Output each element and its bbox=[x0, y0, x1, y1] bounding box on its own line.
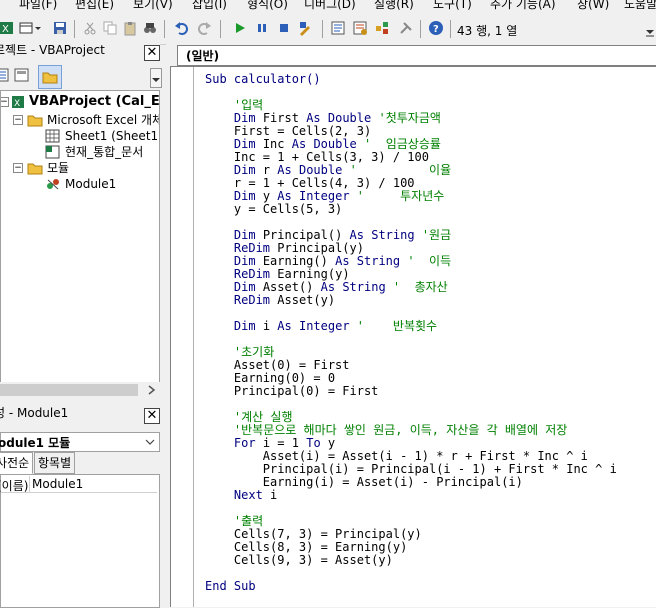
vba-project-icon: X bbox=[12, 96, 24, 109]
tree-label: VBAProject (Cal_Ear bbox=[29, 94, 160, 109]
code-line[interactable]: Next i bbox=[205, 489, 277, 502]
find-icon[interactable] bbox=[142, 20, 158, 36]
design-mode-icon[interactable] bbox=[298, 20, 314, 36]
workbook-icon bbox=[45, 145, 60, 159]
collapse-icon[interactable]: − bbox=[13, 115, 23, 125]
redo-icon[interactable] bbox=[196, 20, 212, 36]
code-line[interactable]: Dim i As Integer ' 반복횟수 bbox=[205, 320, 437, 333]
project-explorer-icon[interactable] bbox=[330, 20, 346, 36]
menu-insert[interactable]: 삽입(I) bbox=[192, 0, 227, 12]
insert-userform-icon[interactable] bbox=[18, 20, 34, 36]
view-code-icon[interactable] bbox=[0, 67, 10, 83]
reset-icon[interactable] bbox=[276, 20, 292, 36]
property-name: (이름) bbox=[0, 479, 29, 493]
paste-icon[interactable] bbox=[122, 20, 138, 36]
cursor-position-label: 43 행, 1 열 bbox=[457, 24, 518, 38]
collapse-icon[interactable]: − bbox=[1, 97, 9, 107]
folder-icon bbox=[27, 163, 43, 175]
tree-label: 모듈 bbox=[47, 161, 70, 175]
cut-icon[interactable] bbox=[82, 20, 98, 36]
object-dropdown-value: (일반) bbox=[186, 49, 220, 63]
code-editor[interactable]: Sub calculator() '입력 Dim First As Double… bbox=[170, 66, 656, 607]
properties-grid: (이름) Module1 bbox=[0, 474, 160, 608]
break-icon[interactable] bbox=[254, 20, 270, 36]
view-object-icon[interactable] bbox=[14, 67, 30, 83]
tree-label: Microsoft Excel 개체 bbox=[47, 113, 160, 127]
properties-window-icon[interactable] bbox=[352, 20, 368, 36]
menu-help[interactable]: 도움말 bbox=[624, 0, 656, 12]
menu-bar: 파일(F) 편집(E) 보기(V) 삽입(I) 형식(O) 디버그(D) 실행(… bbox=[0, 0, 656, 14]
help-icon[interactable]: ? bbox=[428, 20, 444, 36]
project-scroll-button[interactable] bbox=[150, 68, 162, 88]
menu-view[interactable]: 보기(V) bbox=[133, 0, 173, 12]
folder-icon bbox=[27, 115, 43, 127]
code-line[interactable]: Cells(9, 3) = Asset(y) bbox=[205, 554, 393, 567]
chevron-down-icon bbox=[145, 439, 155, 445]
svg-text:?: ? bbox=[433, 24, 439, 35]
collapse-icon[interactable]: − bbox=[13, 163, 23, 173]
close-project-explorer-button[interactable]: ✕ bbox=[144, 45, 160, 61]
properties-titlebar: 성 - Module1 ✕ bbox=[0, 404, 160, 424]
menu-addins[interactable]: 추가 기능(A) bbox=[490, 0, 556, 12]
margin-indicator-bar[interactable] bbox=[171, 67, 194, 607]
chevron-right-icon[interactable] bbox=[146, 385, 156, 395]
code-line[interactable]: Principal(0) = First bbox=[205, 385, 379, 398]
project-explorer-title: 로젝트 - VBAProject bbox=[0, 43, 105, 57]
tree-label: Module1 bbox=[65, 177, 117, 191]
code-line[interactable]: ReDim Asset(y) bbox=[205, 294, 335, 307]
toolbar-overflow-icon[interactable] bbox=[644, 24, 656, 40]
tree-label: 현재_통합_문서 bbox=[65, 145, 144, 159]
folder-icon bbox=[42, 72, 58, 84]
chevron-down-icon bbox=[152, 78, 160, 82]
tab-categorized[interactable]: 항목별 bbox=[34, 452, 76, 474]
project-explorer-toolbar bbox=[0, 62, 162, 90]
object-dropdown[interactable]: (일반) bbox=[177, 45, 656, 66]
worksheet-icon bbox=[45, 129, 60, 143]
svg-text:X: X bbox=[2, 24, 9, 35]
close-properties-button[interactable]: ✕ bbox=[144, 408, 160, 424]
project-tree: − X VBAProject (Cal_Ear − Microsoft Exce… bbox=[0, 90, 160, 384]
undo-icon[interactable] bbox=[174, 20, 190, 36]
save-icon[interactable] bbox=[52, 20, 68, 36]
dropdown-arrow-icon[interactable] bbox=[34, 20, 42, 36]
properties-tabs: 사전순 항목별 bbox=[0, 452, 160, 474]
property-row[interactable]: (이름) Module1 bbox=[0, 476, 157, 493]
project-explorer-titlebar: 로젝트 - VBAProject ✕ bbox=[0, 42, 160, 62]
menu-window[interactable]: 창(W) bbox=[577, 0, 609, 12]
tab-alphabetic[interactable]: 사전순 bbox=[0, 452, 34, 474]
menu-file[interactable]: 파일(F) bbox=[19, 0, 57, 12]
menu-format[interactable]: 형식(O) bbox=[247, 0, 288, 12]
run-icon[interactable] bbox=[232, 20, 248, 36]
scrollbar-thumb[interactable] bbox=[0, 384, 138, 396]
code-line[interactable]: Sub calculator() bbox=[205, 73, 321, 86]
module-icon bbox=[47, 179, 59, 190]
menu-run[interactable]: 실행(R) bbox=[374, 0, 414, 12]
excel-view-icon[interactable]: X bbox=[0, 20, 14, 36]
code-line[interactable]: y = Cells(5, 3) bbox=[205, 203, 342, 216]
menu-debug[interactable]: 디버그(D) bbox=[304, 0, 356, 12]
toggle-folders-button[interactable] bbox=[38, 65, 62, 89]
tab-label: 사전순 bbox=[0, 456, 30, 470]
project-horizontal-scrollbar[interactable] bbox=[0, 382, 160, 398]
properties-title: 성 - Module1 bbox=[0, 406, 69, 420]
svg-text:X: X bbox=[14, 99, 20, 109]
code-line[interactable]: End Sub bbox=[205, 580, 256, 593]
property-value: Module1 bbox=[32, 477, 84, 491]
menu-tools[interactable]: 도구(T) bbox=[433, 0, 472, 12]
object-browser-icon[interactable] bbox=[374, 20, 390, 36]
combo-value: odule1 모듈 bbox=[0, 436, 71, 450]
tab-label: 항목별 bbox=[38, 456, 72, 470]
toolbox-icon[interactable] bbox=[398, 20, 414, 36]
menu-edit[interactable]: 편집(E) bbox=[75, 0, 114, 12]
tree-label: Sheet1 (Sheet1) bbox=[65, 129, 160, 143]
copy-icon[interactable] bbox=[102, 20, 118, 36]
properties-object-combo[interactable]: odule1 모듈 bbox=[0, 432, 160, 452]
